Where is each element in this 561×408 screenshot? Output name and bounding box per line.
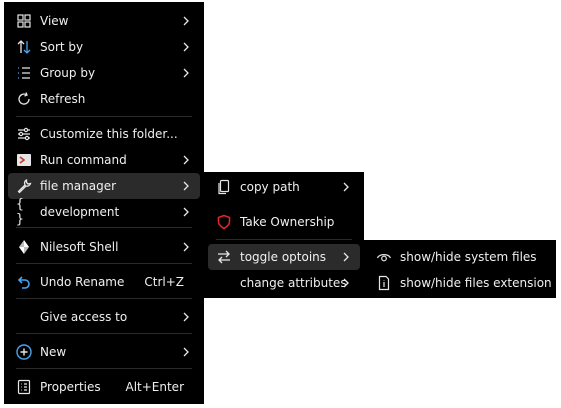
chevron-right-icon [340,251,352,263]
menu-separator [16,116,192,117]
menu-item-toggle-options[interactable]: toggle optoins [208,244,360,270]
wrench-icon [16,178,32,194]
menu-item-run-command[interactable]: Run command [8,147,200,173]
menu-item-label: file manager [40,179,117,193]
menu-item-take-ownership[interactable]: Take Ownership [208,209,360,235]
menu-item-refresh[interactable]: Refresh [8,86,200,112]
chevron-right-icon [180,346,192,358]
copy-icon [216,179,232,195]
menu-item-label: toggle optoins [240,250,327,264]
chevron-right-icon [180,311,192,323]
menu-separator [16,263,192,264]
file-info-icon [376,275,392,291]
nilesoft-logo-icon [16,239,32,255]
menu-item-development[interactable]: { } development [8,197,200,227]
menu-item-label: copy path [240,180,300,194]
menu-item-customize-folder[interactable]: Customize this folder... [8,121,200,147]
menu-item-label: Properties [40,380,101,394]
swap-arrows-icon [216,249,232,265]
braces-icon: { } [16,197,24,227]
shortcut-text: Alt+Enter [125,380,184,394]
refresh-icon [16,91,32,107]
menu-item-label: Nilesoft Shell [40,240,119,254]
menu-separator [16,227,192,228]
menu-item-give-access[interactable]: Give access to [8,304,200,330]
shortcut-text: Ctrl+Z [144,275,184,289]
file-manager-submenu: copy path Take Ownership toggle optoins … [204,172,364,298]
chevron-right-icon [180,15,192,27]
menu-item-nilesoft-shell[interactable]: Nilesoft Shell [8,234,200,260]
chevron-right-icon [340,181,352,193]
terminal-icon [16,152,32,168]
menu-item-label: Take Ownership [240,215,335,229]
menu-item-undo-rename[interactable]: Undo Rename Ctrl+Z [8,269,200,295]
menu-item-copy-path[interactable]: copy path [208,174,360,200]
menu-item-label: Undo Rename [40,275,125,289]
menu-item-view[interactable]: View [8,8,200,34]
chevron-right-icon [180,206,192,218]
menu-item-label: Give access to [40,310,128,324]
menu-item-change-attributes[interactable]: change attributes [208,270,360,296]
menu-separator [216,239,352,240]
menu-separator [16,333,192,334]
chevron-right-icon [180,241,192,253]
menu-item-label: Group by [40,66,96,80]
menu-item-show-hide-file-extension[interactable]: show/hide files extension [368,270,552,296]
menu-item-label: show/hide files extension [400,276,552,290]
menu-item-group-by[interactable]: Group by [8,60,200,86]
sliders-icon [16,126,32,142]
menu-item-new[interactable]: New [8,339,200,365]
plus-circle-icon [16,344,32,360]
context-menu: View Sort by Group by Refresh Customize … [4,2,204,404]
grid-icon [16,13,32,29]
menu-item-show-hide-system-files[interactable]: show/hide system files [368,244,552,270]
chevron-right-icon [180,67,192,79]
menu-item-label: View [40,14,69,28]
menu-item-file-manager[interactable]: file manager [8,173,200,199]
menu-item-label: Refresh [40,92,86,106]
toggle-options-submenu: show/hide system files show/hide files e… [364,240,556,298]
menu-item-label: Customize this folder... [40,127,178,141]
properties-icon [16,379,32,395]
menu-item-label: Sort by [40,40,84,54]
shield-icon [216,214,232,230]
menu-item-label: Run command [40,153,127,167]
undo-icon [16,274,32,290]
menu-item-label: change attributes [240,276,347,290]
menu-separator [16,298,192,299]
menu-item-sort-by[interactable]: Sort by [8,34,200,60]
chevron-right-icon [180,154,192,166]
menu-item-label: New [40,345,67,359]
group-list-icon [16,65,32,81]
menu-item-properties[interactable]: Properties Alt+Enter [8,374,200,400]
menu-item-label: development [40,205,120,219]
menu-item-label: show/hide system files [400,250,537,264]
menu-separator [16,368,192,369]
eye-icon [376,249,392,265]
chevron-right-icon [340,277,352,289]
chevron-right-icon [180,41,192,53]
sort-icon [16,39,32,55]
chevron-right-icon [180,180,192,192]
